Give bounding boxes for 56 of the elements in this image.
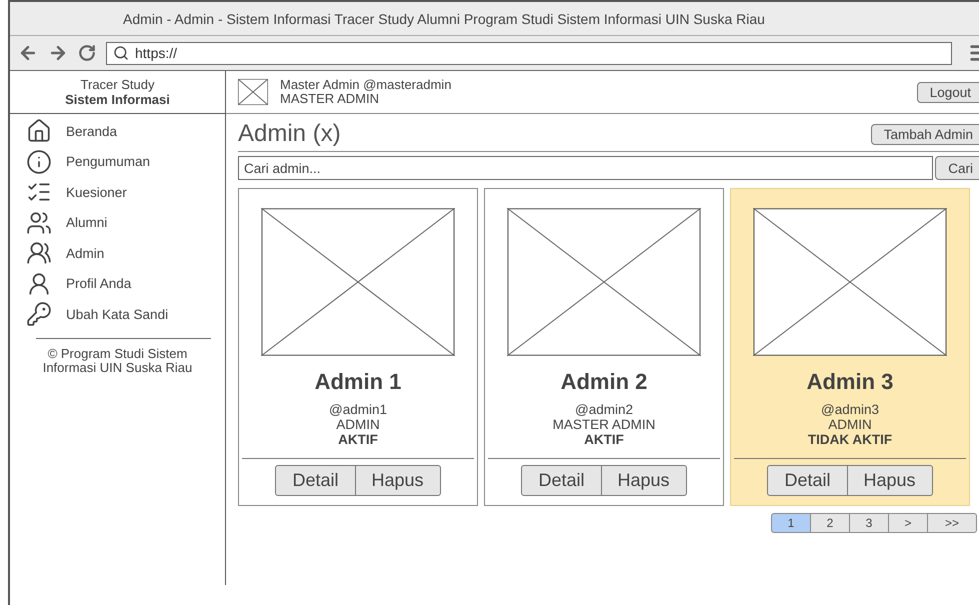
- page-button[interactable]: >: [888, 513, 928, 533]
- address-field[interactable]: https://: [106, 42, 952, 64]
- search-button[interactable]: Cari: [935, 156, 979, 180]
- nav-item[interactable]: Ubah Kata Sandi: [26, 303, 225, 326]
- page-title: Admin (x): [238, 120, 341, 148]
- admin-status: AKTIF: [338, 432, 378, 448]
- admin-username: @admin1: [329, 403, 387, 418]
- logout-button[interactable]: Logout: [916, 82, 979, 102]
- sidebar-subtitle: Sistem Informasi: [65, 92, 170, 107]
- admin-status: TIDAK AKTIF: [808, 432, 892, 448]
- sidebar-title: Tracer Study: [80, 77, 154, 92]
- forward-icon[interactable]: [48, 43, 68, 63]
- admin-username: @admin2: [575, 403, 633, 418]
- avatar-placeholder: [238, 79, 268, 105]
- user-name: Master Admin @masteradmin: [280, 78, 452, 92]
- search-icon: [113, 45, 129, 61]
- page-button[interactable]: 3: [849, 513, 889, 533]
- admin-role: ADMIN: [336, 418, 380, 433]
- users-icon: [26, 240, 52, 266]
- key-icon: [26, 301, 52, 328]
- detail-button[interactable]: Detail: [767, 464, 848, 496]
- house-icon: [26, 118, 52, 144]
- page-button[interactable]: 1: [771, 513, 811, 533]
- detail-button[interactable]: Detail: [275, 464, 356, 496]
- delete-button[interactable]: Hapus: [602, 464, 687, 496]
- admin-status: AKTIF: [584, 432, 624, 448]
- admin-name: Admin 3: [806, 369, 894, 395]
- people-icon: [26, 210, 52, 236]
- admin-username: @admin3: [821, 403, 879, 418]
- nav-item[interactable]: Admin: [26, 242, 225, 264]
- admin-card[interactable]: Admin 2 @admin2 MASTER ADMIN AKTIF Detail Hapus: [484, 188, 724, 506]
- admin-role: ADMIN: [828, 418, 872, 433]
- reload-icon[interactable]: [78, 44, 96, 62]
- info-icon: [26, 148, 52, 175]
- admin-role: MASTER ADMIN: [552, 418, 656, 433]
- nav-item[interactable]: Beranda: [26, 120, 225, 142]
- nav-item[interactable]: Profil Anda: [26, 272, 225, 295]
- window-title: Admin - Admin - Sistem Informasi Tracer Study Alumni Program Studi Sistem Informasi UIN Suska Riau: [123, 10, 765, 26]
- copyright-text: © Program Studi Sistem Informasi UIN Suska Riau: [42, 346, 194, 376]
- add-admin-button[interactable]: Tambah Admin: [870, 124, 979, 144]
- page-button[interactable]: >>: [927, 513, 977, 533]
- page-button[interactable]: 2: [810, 513, 850, 533]
- search-field[interactable]: Cari admin...: [238, 156, 934, 180]
- admin-name: Admin 2: [560, 369, 648, 395]
- delete-button[interactable]: Hapus: [356, 464, 441, 496]
- user-role: MASTER ADMIN: [280, 92, 380, 106]
- back-icon[interactable]: [18, 43, 38, 63]
- admin-name: Admin 1: [314, 369, 402, 395]
- nav-item[interactable]: Alumni: [26, 212, 225, 234]
- admin-card[interactable]: Admin 1 @admin1 ADMIN AKTIF Detail Hapus: [238, 188, 478, 506]
- admin-card[interactable]: Admin 3 @admin3 ADMIN TIDAK AKTIF Detail Hapus: [730, 188, 970, 506]
- detail-button[interactable]: Detail: [521, 464, 602, 496]
- delete-button[interactable]: Hapus: [848, 464, 933, 496]
- nav-item[interactable]: Pengumuman: [26, 150, 225, 173]
- nav-item[interactable]: Kuesioner: [26, 181, 225, 204]
- address-text: https://: [135, 45, 178, 61]
